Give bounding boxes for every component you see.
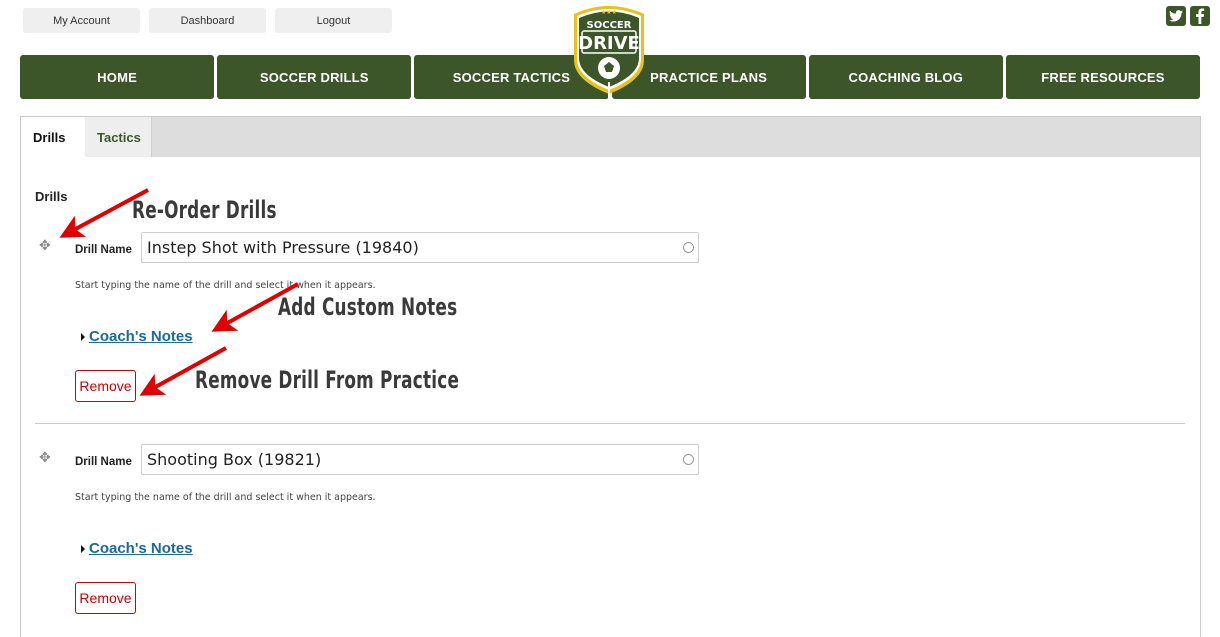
social-links <box>1166 6 1210 26</box>
dashboard-button[interactable]: Dashboard <box>149 8 266 33</box>
drill-divider <box>35 423 1185 424</box>
svg-text:★★★: ★★★ <box>601 9 617 16</box>
drill-name-label: Drill Name <box>75 456 132 468</box>
twitter-icon[interactable] <box>1166 6 1186 26</box>
tab-tactics[interactable]: Tactics <box>85 117 152 157</box>
nav-home[interactable]: HOME <box>20 55 215 99</box>
nav-free-resources[interactable]: FREE RESOURCES <box>1005 55 1201 99</box>
soccer-drive-logo[interactable]: ★★★ SOCCER DRIVE <box>570 2 648 98</box>
expand-triangle-icon <box>81 544 85 553</box>
drag-handle-icon[interactable]: ✥ <box>39 449 51 466</box>
drag-handle-icon[interactable]: ✥ <box>39 237 51 254</box>
my-account-button[interactable]: My Account <box>23 8 140 33</box>
drill-help-text: Start typing the name of the drill and s… <box>75 280 376 291</box>
facebook-icon[interactable] <box>1190 6 1210 26</box>
logout-button[interactable]: Logout <box>275 8 392 33</box>
logo-text-drive: DRIVE <box>578 33 640 54</box>
annotation-reorder: Re-Order Drills <box>132 196 277 224</box>
loading-indicator-icon <box>683 454 694 465</box>
drill-help-text: Start typing the name of the drill and s… <box>75 492 376 503</box>
expand-triangle-icon <box>81 332 85 341</box>
remove-drill-button[interactable]: Remove <box>75 582 136 614</box>
coaches-notes-link[interactable]: Coach's Notes <box>89 540 193 557</box>
drill-name-value: Shooting Box (19821) <box>147 450 322 469</box>
tab-drills[interactable]: Drills <box>21 117 85 157</box>
coaches-notes-toggle[interactable]: Coach's Notes <box>81 328 193 345</box>
coaches-notes-link[interactable]: Coach's Notes <box>89 328 193 345</box>
annotation-remove: Remove Drill From Practice <box>195 366 460 394</box>
coaches-notes-toggle[interactable]: Coach's Notes <box>81 540 193 557</box>
nav-soccer-drills[interactable]: SOCCER DRILLS <box>217 55 412 99</box>
drill-name-input[interactable]: Shooting Box (19821) <box>141 444 699 475</box>
section-title: Drills <box>35 189 68 204</box>
drill-name-value: Instep Shot with Pressure (19840) <box>147 238 419 257</box>
drill-name-label: Drill Name <box>75 244 132 256</box>
loading-indicator-icon <box>683 242 694 253</box>
account-links: My Account Dashboard Logout <box>23 8 392 33</box>
logo-text-soccer: SOCCER <box>587 20 632 31</box>
nav-coaching-blog[interactable]: COACHING BLOG <box>808 55 1003 99</box>
annotation-notes: Add Custom Notes <box>278 293 458 321</box>
drill-name-input[interactable]: Instep Shot with Pressure (19840) <box>141 232 699 263</box>
tab-bar: Drills Tactics <box>21 117 1200 157</box>
remove-drill-button[interactable]: Remove <box>75 370 136 402</box>
